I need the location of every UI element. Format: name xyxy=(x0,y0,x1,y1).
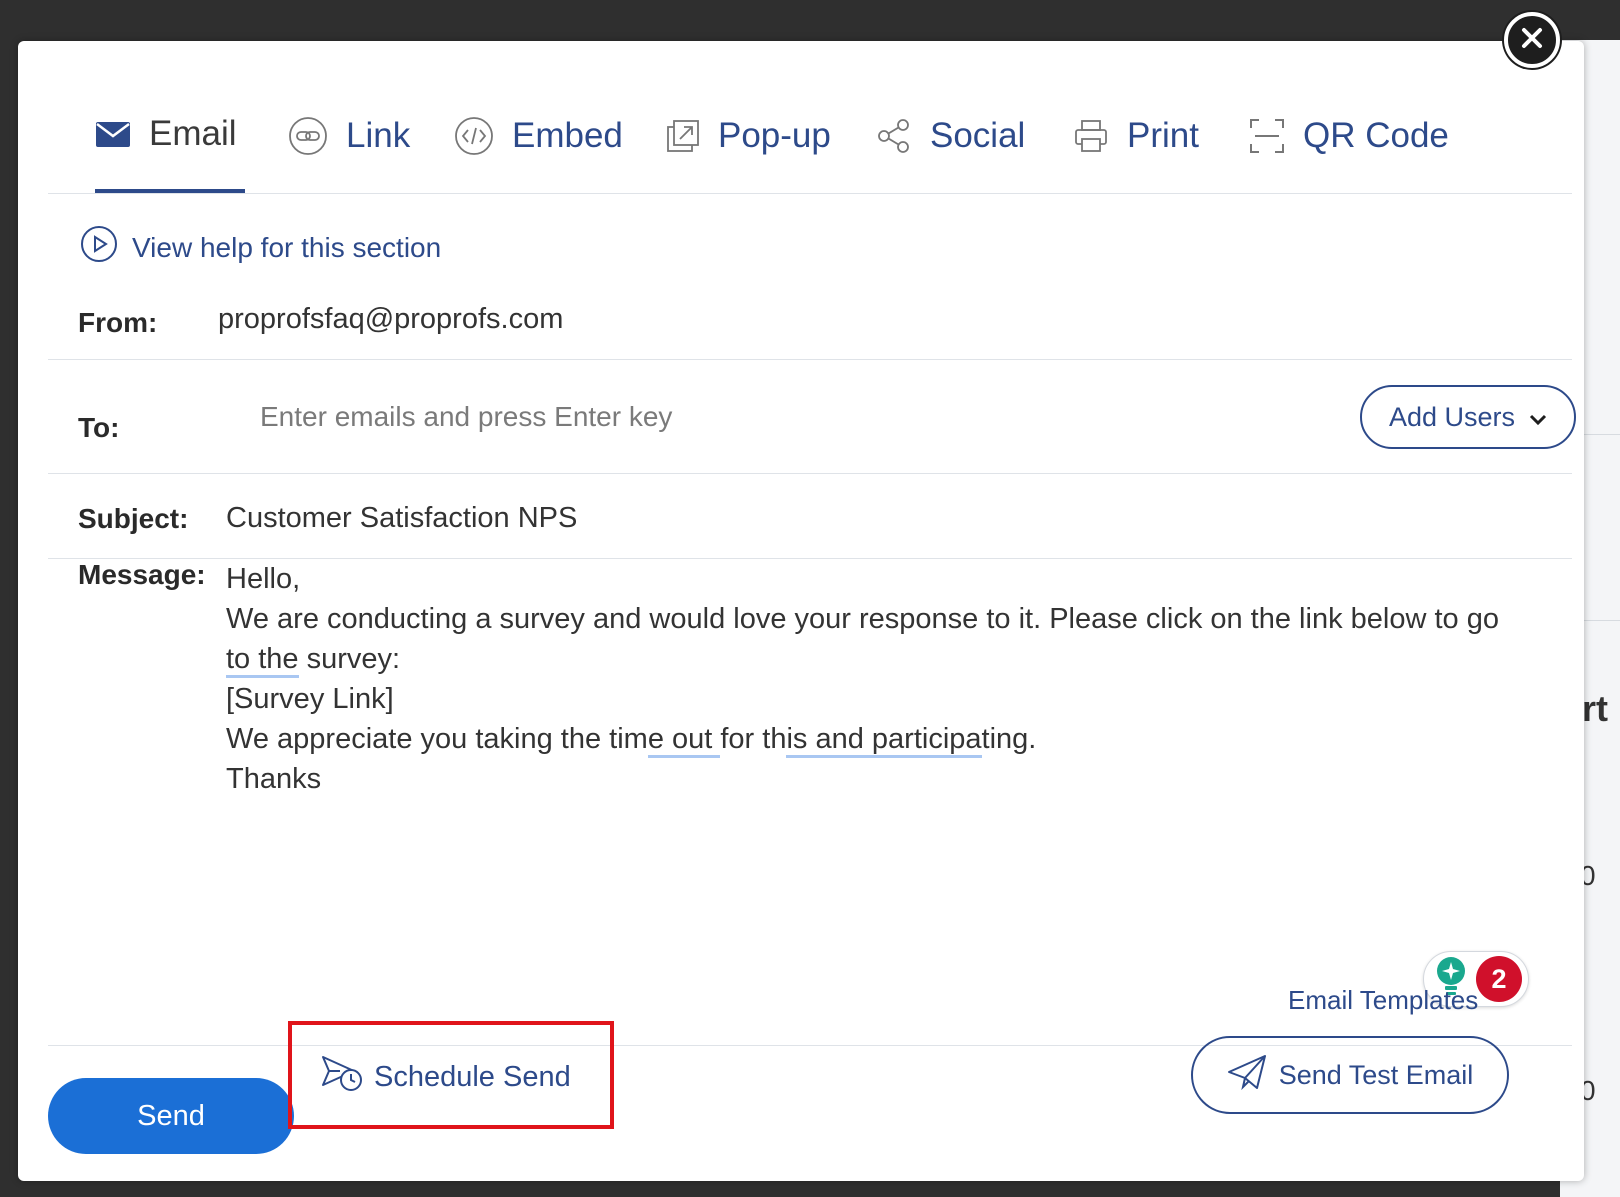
printer-icon xyxy=(1073,118,1109,154)
message-text-span: for th xyxy=(720,723,786,755)
qr-code-icon xyxy=(1249,118,1285,154)
schedule-send-icon xyxy=(320,1053,364,1101)
tab-social[interactable]: Social xyxy=(876,79,1025,193)
tab-label: Link xyxy=(346,116,410,156)
message-line: We appreciate you taking the time out fo… xyxy=(226,719,1566,759)
subject-row: Subject: Customer Satisfaction NPS xyxy=(48,474,1572,559)
share-tabs: Email Link Embed xyxy=(48,79,1572,194)
code-icon xyxy=(454,116,494,156)
tab-label: Social xyxy=(930,116,1025,156)
tab-label: QR Code xyxy=(1303,116,1449,156)
to-email-input[interactable] xyxy=(258,360,1322,474)
to-label: To: xyxy=(78,412,119,444)
to-row: To: Add Users xyxy=(48,360,1572,474)
tab-label: Email xyxy=(149,114,237,154)
subject-label: Subject: xyxy=(78,503,188,535)
message-body[interactable]: Hello, We are conducting a survey and wo… xyxy=(226,559,1566,799)
message-label: Message: xyxy=(78,559,206,591)
email-templates-link[interactable]: Email Templates xyxy=(1288,985,1478,1016)
close-modal-button[interactable] xyxy=(1504,12,1560,68)
schedule-send-label: Schedule Send xyxy=(374,1061,571,1094)
chevron-down-icon xyxy=(1529,402,1547,433)
send-test-email-label: Send Test Email xyxy=(1279,1060,1474,1091)
popup-icon xyxy=(666,119,700,153)
from-row: From: proprofsfaq@proprofs.com xyxy=(48,251,1572,360)
share-icon xyxy=(876,118,912,154)
spellcheck-underline: is and participa xyxy=(786,723,981,758)
share-modal: Email Link Embed xyxy=(18,41,1584,1181)
send-test-email-button[interactable]: Send Test Email xyxy=(1191,1036,1509,1114)
add-users-label: Add Users xyxy=(1389,402,1515,433)
from-label: From: xyxy=(78,307,157,339)
message-text-span: We appreciate you taking the tim xyxy=(226,723,648,755)
send-button[interactable]: Send xyxy=(48,1078,294,1154)
tab-label: Pop-up xyxy=(718,116,831,156)
message-closing: Thanks xyxy=(226,759,1566,799)
tab-label: Print xyxy=(1127,116,1199,156)
close-icon xyxy=(1521,27,1543,54)
message-text-span: ting. xyxy=(982,723,1037,755)
message-text-span: survey: xyxy=(299,643,401,675)
tab-link[interactable]: Link xyxy=(288,79,410,193)
message-greeting: Hello, xyxy=(226,559,1566,599)
message-line: to the survey: xyxy=(226,639,1566,679)
tab-print[interactable]: Print xyxy=(1073,79,1199,193)
spellcheck-underline: e out xyxy=(648,723,721,758)
survey-link-placeholder: [Survey Link] xyxy=(226,679,1566,719)
spellcheck-underline: to the xyxy=(226,643,299,678)
envelope-icon xyxy=(95,119,131,149)
tab-popup[interactable]: Pop-up xyxy=(666,79,831,193)
tab-embed[interactable]: Embed xyxy=(454,79,623,193)
tab-label: Embed xyxy=(512,116,623,156)
schedule-send-button[interactable]: Schedule Send xyxy=(320,1053,571,1101)
link-icon xyxy=(288,116,328,156)
tab-email[interactable]: Email xyxy=(95,79,245,193)
notification-badge: 2 xyxy=(1476,956,1522,1002)
subject-value[interactable]: Customer Satisfaction NPS xyxy=(226,502,577,535)
add-users-button[interactable]: Add Users xyxy=(1360,385,1576,449)
tab-qr-code[interactable]: QR Code xyxy=(1249,79,1449,193)
from-address: proprofsfaq@proprofs.com xyxy=(218,303,563,336)
message-line: We are conducting a survey and would lov… xyxy=(226,599,1566,639)
paper-plane-icon xyxy=(1227,1054,1267,1097)
